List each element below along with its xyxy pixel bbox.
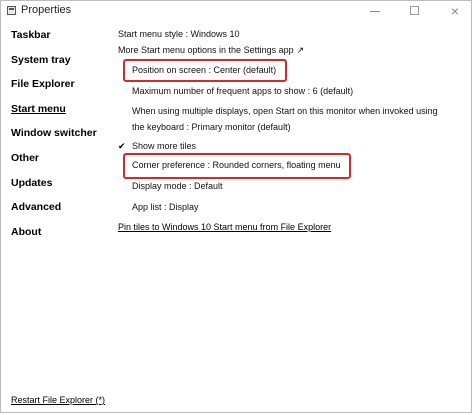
pin-tiles-link[interactable]: Pin tiles to Windows 10 Start menu from …	[118, 222, 331, 233]
sidebar-item-about[interactable]: About	[11, 225, 111, 250]
more-options-link[interactable]: More Start menu options in the Settings …	[118, 45, 304, 56]
more-options-label: More Start menu options in the Settings …	[118, 45, 294, 55]
setting-max-frequent-apps[interactable]: Maximum number of frequent apps to show …	[132, 86, 353, 97]
sidebar-item-other[interactable]: Other	[11, 151, 111, 176]
sidebar-item-advanced[interactable]: Advanced	[11, 200, 111, 225]
setting-app-list[interactable]: App list : Display	[132, 202, 199, 213]
minimize-button[interactable]	[361, 1, 389, 21]
sidebar-item-start-menu[interactable]: Start menu	[11, 102, 111, 127]
window-title: Properties	[21, 4, 72, 16]
setting-start-menu-style[interactable]: Start menu style : Windows 10	[118, 29, 240, 40]
sidebar-item-file-explorer[interactable]: File Explorer	[11, 77, 111, 102]
sidebar-item-updates[interactable]: Updates	[11, 176, 111, 201]
title-bar[interactable]: Properties ×	[1, 1, 471, 21]
close-icon: ×	[450, 3, 460, 19]
sidebar-item-taskbar[interactable]: Taskbar	[11, 28, 111, 53]
maximize-button[interactable]	[401, 1, 429, 21]
restart-file-explorer-link[interactable]: Restart File Explorer (*)	[11, 395, 105, 405]
sidebar-nav: Taskbar System tray File Explorer Start …	[11, 28, 111, 249]
setting-display-mode[interactable]: Display mode : Default	[132, 181, 223, 192]
setting-multi-display-line1[interactable]: When using multiple displays, open Start…	[132, 106, 438, 117]
sidebar-item-system-tray[interactable]: System tray	[11, 53, 111, 78]
setting-show-more-tiles[interactable]: Show more tiles	[132, 141, 196, 152]
setting-corner-preference[interactable]: Corner preference : Rounded corners, flo…	[132, 160, 341, 171]
close-button[interactable]: ×	[441, 1, 469, 21]
setting-position-on-screen[interactable]: Position on screen : Center (default)	[132, 65, 276, 76]
maximize-icon	[410, 6, 419, 15]
minimize-icon	[370, 11, 380, 12]
properties-window: Properties × Taskbar System tray File Ex…	[0, 0, 472, 413]
checkmark-icon: ✔	[118, 141, 126, 151]
external-link-icon: ↗	[296, 45, 305, 55]
setting-multi-display-line2[interactable]: the keyboard : Primary monitor (default)	[132, 122, 291, 133]
sidebar-item-window-switcher[interactable]: Window switcher	[11, 126, 111, 151]
app-window-icon	[7, 6, 16, 15]
